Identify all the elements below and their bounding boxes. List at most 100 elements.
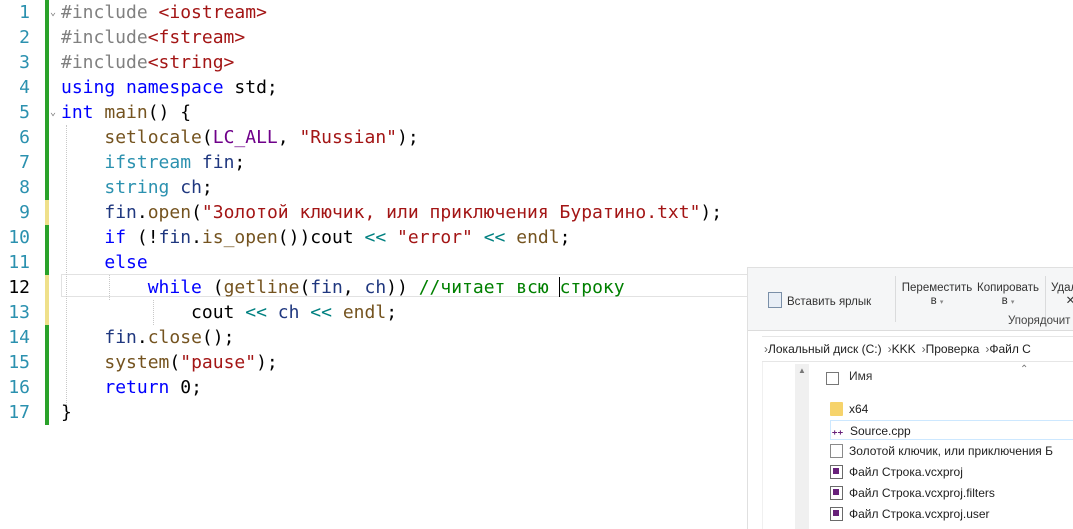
- code-line[interactable]: else: [61, 250, 148, 275]
- breadcrumb-item[interactable]: Локальный диск (C:): [768, 342, 882, 356]
- copy-to-button[interactable]: Копировать в ▾: [975, 282, 1041, 309]
- line-number: 9: [19, 202, 30, 223]
- fold-collapse-icon[interactable]: ⌄: [50, 0, 56, 25]
- code-line[interactable]: #include<fstream>: [61, 25, 245, 50]
- code-token: (: [299, 277, 311, 298]
- paste-shortcut-button[interactable]: Вставить ярлык: [768, 292, 871, 309]
- fold-collapse-icon[interactable]: ⌄: [50, 100, 56, 125]
- line-number: 8: [19, 177, 30, 198]
- code-line[interactable]: #include<string>: [61, 50, 234, 75]
- file-list-item[interactable]: Файл Строка.vcxproj.user: [830, 504, 1073, 524]
- line-number: 7: [19, 152, 30, 173]
- select-all-checkbox[interactable]: [826, 372, 839, 385]
- line-number: 5: [19, 102, 30, 123]
- code-token: #include: [61, 27, 148, 48]
- code-token: endl: [342, 302, 387, 323]
- code-token: .: [136, 327, 148, 348]
- code-token: fin: [104, 202, 137, 223]
- navigation-pane[interactable]: [748, 362, 763, 529]
- code-token: );: [256, 352, 278, 373]
- code-line[interactable]: return 0;: [61, 375, 202, 400]
- code-line[interactable]: fin.open("Золотой ключик, или приключени…: [61, 200, 722, 225]
- code-token: fin: [201, 152, 235, 173]
- filters-file-icon: [830, 486, 843, 500]
- code-line[interactable]: int main() {: [61, 100, 191, 125]
- code-token: .: [191, 227, 202, 248]
- code-token: }: [61, 402, 72, 423]
- ribbon-divider: [895, 276, 896, 322]
- code-token: close: [147, 327, 202, 348]
- navigation-scrollbar[interactable]: ▲: [795, 364, 809, 529]
- line-number: 17: [8, 402, 30, 423]
- breadcrumb-item[interactable]: Проверка: [926, 342, 980, 356]
- file-name: Файл Строка.vcxproj.filters: [849, 486, 995, 500]
- change-marker: [45, 225, 49, 275]
- dropdown-arrow-icon: ▾: [1010, 299, 1015, 306]
- code-token: (: [191, 202, 202, 223]
- code-token: (: [201, 277, 224, 298]
- paste-shortcut-icon: [768, 292, 782, 308]
- delete-button[interactable]: Удал ✕: [1051, 282, 1073, 308]
- code-token: ifstream: [104, 152, 192, 173]
- code-line[interactable]: #include <iostream>: [61, 0, 267, 25]
- code-line[interactable]: fin.close();: [61, 325, 234, 350]
- code-line[interactable]: setlocale(LC_ALL, "Russian");: [61, 125, 418, 150]
- code-line[interactable]: cout << ch << endl;: [61, 300, 397, 325]
- name-column-header[interactable]: Имя: [849, 369, 872, 383]
- breadcrumb-item[interactable]: KKK: [892, 342, 916, 356]
- cpp-file-icon: ⁺⁺: [831, 429, 844, 440]
- file-list-item[interactable]: Файл Строка.vcxproj: [830, 462, 1073, 482]
- line-number: 16: [8, 377, 30, 398]
- code-token: #include: [61, 2, 159, 23]
- code-line[interactable]: system("pause");: [61, 350, 278, 375]
- text-file-icon: [830, 444, 843, 458]
- file-list-item[interactable]: Файл Строка.vcxproj.filters: [830, 483, 1073, 503]
- code-token: ch: [277, 302, 300, 323]
- code-line[interactable]: }: [61, 400, 72, 425]
- code-token: .: [136, 202, 148, 223]
- code-token: ;: [201, 177, 213, 198]
- code-token: (!: [126, 227, 159, 248]
- file-list-item[interactable]: Золотой ключик, или приключения Б: [830, 441, 1073, 461]
- code-line[interactable]: while (getline(fin, ch)) //читает всю ст…: [61, 275, 625, 300]
- dropdown-arrow-icon: ▾: [939, 299, 944, 306]
- move-to-button[interactable]: Переместить в ▾: [901, 282, 973, 309]
- breadcrumb-item[interactable]: Файл С: [989, 342, 1031, 356]
- address-bar[interactable]: ›Локальный диск (C:) ›KKK ›Проверка ›Файл С: [762, 336, 1073, 362]
- file-list-item[interactable]: x64: [830, 399, 1073, 419]
- code-token: строку: [559, 277, 625, 298]
- code-token: )): [386, 277, 419, 298]
- code-line[interactable]: if (!fin.is_open())cout << "error" << en…: [61, 225, 570, 250]
- line-number: 13: [8, 302, 30, 323]
- file-name: Золотой ключик, или приключения Б: [849, 444, 1053, 458]
- code-token: setlocale: [104, 127, 202, 148]
- code-token: int: [61, 102, 94, 123]
- code-token: ;: [559, 227, 571, 248]
- code-line[interactable]: using namespace std;: [61, 75, 278, 100]
- code-token: ,: [277, 127, 300, 148]
- scroll-up-icon[interactable]: ▲: [795, 366, 809, 375]
- code-token: else: [104, 252, 148, 273]
- code-token: <iostream>: [158, 2, 267, 23]
- vcxproj-icon: [830, 465, 843, 479]
- code-token: "error": [397, 227, 473, 248]
- code-token: () {: [147, 102, 192, 123]
- line-number: 3: [19, 52, 30, 73]
- code-token: return: [104, 377, 170, 398]
- code-token: "Russian": [299, 127, 398, 148]
- code-line[interactable]: string ch;: [61, 175, 213, 200]
- code-token: <fstream>: [147, 27, 246, 48]
- file-list-item[interactable]: ⁺⁺ Source.cpp: [830, 420, 1073, 440]
- code-line[interactable]: ifstream fin;: [61, 150, 245, 175]
- code-token: <<: [245, 302, 267, 323]
